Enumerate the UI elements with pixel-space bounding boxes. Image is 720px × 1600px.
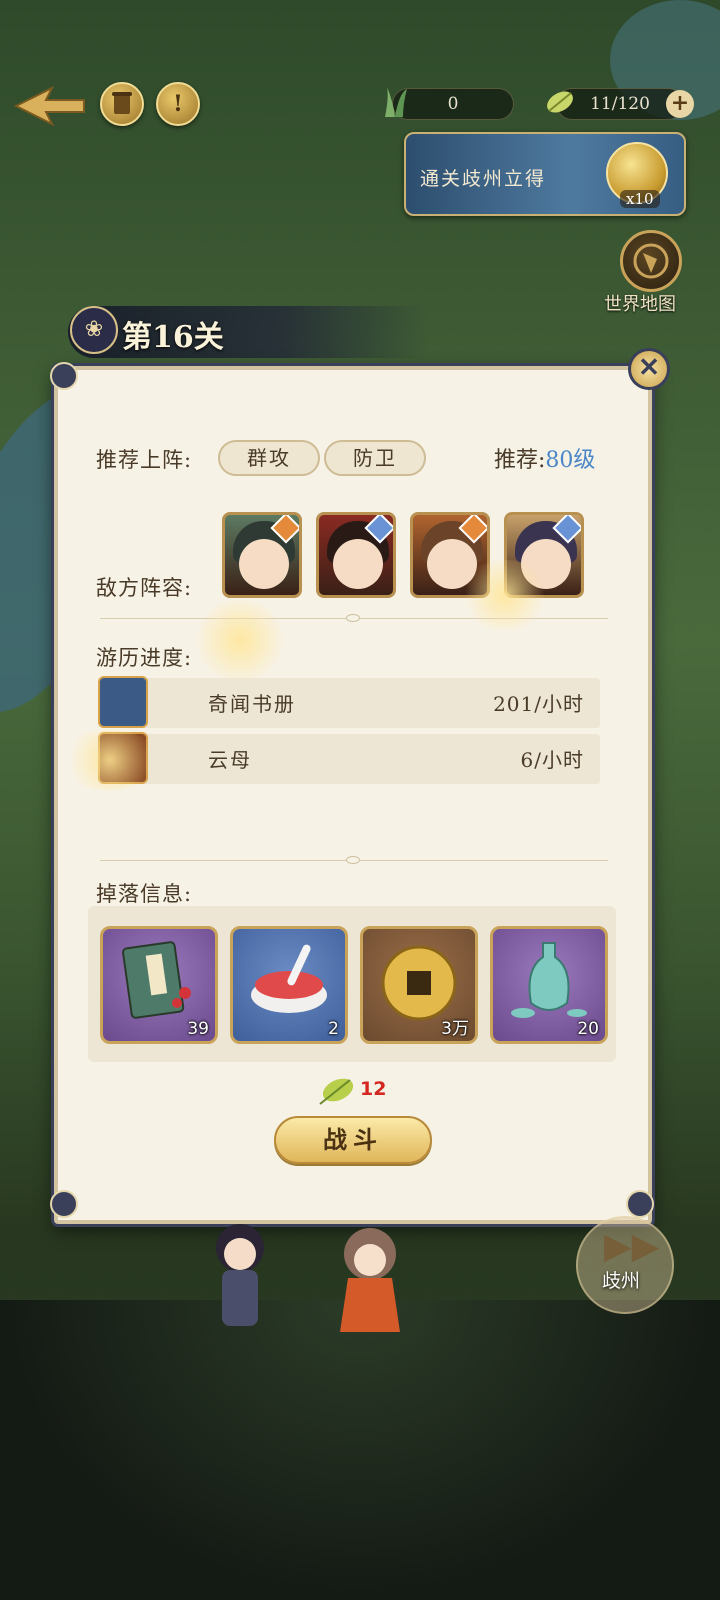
reward-text: 通关歧州立得 bbox=[420, 168, 547, 190]
close-icon: ✕ bbox=[638, 353, 660, 383]
leaf-icon bbox=[547, 91, 573, 113]
resource-counter-grass: 0 bbox=[385, 87, 514, 120]
world-map-label[interactable]: 世界地图 bbox=[604, 290, 676, 316]
hero-portrait-icon bbox=[239, 539, 289, 589]
panel-corner bbox=[50, 1190, 78, 1218]
sparkle-effect bbox=[60, 730, 160, 790]
fast-forward-icon: ▶▶ bbox=[604, 1226, 660, 1267]
foreground-grass bbox=[0, 1300, 720, 1600]
divider-ornament bbox=[346, 614, 360, 622]
hero-green-robe-card[interactable] bbox=[222, 512, 302, 598]
divider-ornament bbox=[346, 856, 360, 864]
next-area-label: 歧州 bbox=[602, 1270, 641, 1292]
help-icon: ! bbox=[173, 91, 183, 117]
fight-button[interactable]: 战斗 bbox=[274, 1116, 432, 1164]
help-button[interactable]: ! bbox=[156, 82, 200, 126]
back-arrow-icon[interactable] bbox=[12, 84, 88, 128]
stage-title: 第16关 bbox=[122, 320, 224, 355]
close-button[interactable]: ✕ bbox=[628, 348, 670, 390]
panel-corner bbox=[50, 362, 78, 390]
add-stamina-button[interactable]: + bbox=[666, 90, 694, 118]
book-icon bbox=[98, 676, 148, 728]
progress-row: 奇闻书册 201/小时 bbox=[98, 676, 600, 728]
hero-red-crown-card[interactable] bbox=[316, 512, 396, 598]
player-character-chibi bbox=[216, 1224, 264, 1326]
clear-reward-banner[interactable]: 通关歧州立得 x10 bbox=[404, 132, 686, 216]
recommend-level: 推荐:80级 bbox=[494, 448, 596, 473]
drop-item-red-paste[interactable]: 2 bbox=[230, 926, 348, 1044]
stage-emblem-icon: ❀ bbox=[70, 306, 118, 354]
tag-aoe: 群攻 bbox=[218, 440, 320, 476]
drops-label: 掉落信息: bbox=[96, 882, 193, 906]
scroll-icon bbox=[112, 92, 132, 114]
progress-label: 游历进度: bbox=[96, 646, 193, 670]
grass-icon bbox=[385, 87, 407, 117]
recommend-label: 推荐上阵: bbox=[96, 448, 193, 472]
stamina-leaf-icon bbox=[319, 1078, 354, 1105]
companion-character-chibi bbox=[340, 1228, 400, 1332]
compass-icon bbox=[633, 243, 669, 279]
reward-count: x10 bbox=[620, 190, 660, 208]
hero-portrait-icon bbox=[333, 539, 383, 589]
drop-item-jade-vase[interactable]: 20 bbox=[490, 926, 608, 1044]
tag-defense: 防卫 bbox=[324, 440, 426, 476]
codex-button[interactable] bbox=[100, 82, 144, 126]
enemy-label: 敌方阵容: bbox=[96, 576, 193, 600]
stamina-cost: 12 bbox=[360, 1078, 387, 1100]
drop-item-copper-coin[interactable]: 3万 bbox=[360, 926, 478, 1044]
world-map-button[interactable] bbox=[620, 230, 682, 292]
sparkle-effect bbox=[190, 600, 290, 680]
progress-row: 云母 6/小时 bbox=[98, 732, 600, 784]
sparkle-effect bbox=[460, 560, 550, 630]
resource-counter-stamina: 11/120 bbox=[547, 88, 684, 120]
panel-corner bbox=[626, 1190, 654, 1218]
drop-item-book-bundle[interactable]: 39 bbox=[100, 926, 218, 1044]
